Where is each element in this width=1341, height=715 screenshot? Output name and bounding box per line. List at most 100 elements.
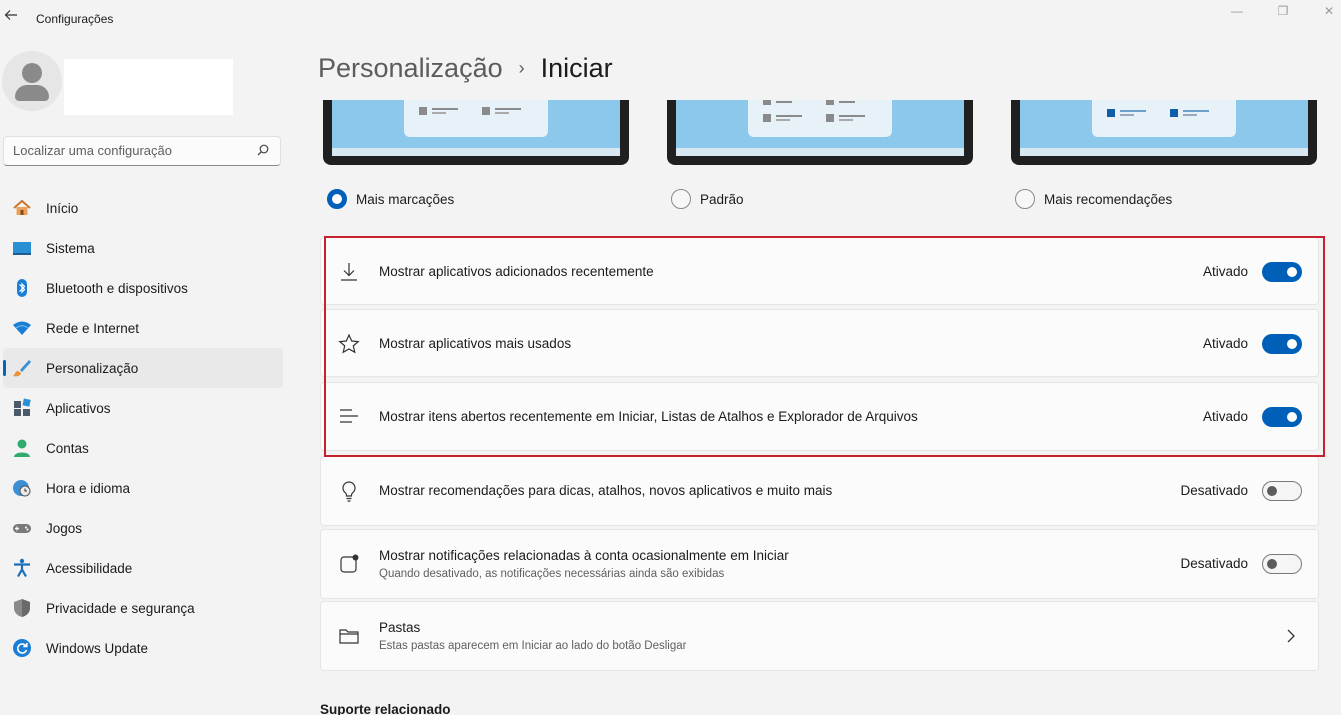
radio-label: Padrão [700,191,744,207]
sidebar-item-privacidade[interactable]: Privacidade e segurança [3,588,283,628]
breadcrumb: Personalização › Iniciar [318,53,613,84]
maximize-button[interactable]: ❐ [1260,2,1306,20]
layout-preview-default[interactable] [667,100,973,165]
avatar-body [15,85,49,101]
setting-recommendations[interactable]: Mostrar recomendações para dicas, atalho… [320,456,1319,526]
sidebar-item-label: Contas [46,440,89,456]
sidebar-item-label: Bluetooth e dispositivos [46,280,188,296]
setting-account-notifications[interactable]: Mostrar notificações relacionadas à cont… [320,529,1319,599]
sidebar-item-label: Hora e idioma [46,480,131,496]
preview-start-menu [748,100,892,137]
radio-button[interactable] [1015,189,1035,209]
search-icon[interactable] [256,143,270,157]
monitor-icon [12,238,32,258]
back-arrow-icon [4,10,17,20]
minimize-button[interactable]: — [1214,2,1260,20]
chevron-right-icon[interactable] [1286,628,1296,644]
download-icon [341,263,357,281]
page-title: Iniciar [540,53,613,83]
preview-taskbar [676,148,964,156]
setting-subtitle: Quando desativado, as notificações neces… [379,568,725,580]
toggle-switch[interactable] [1262,481,1302,501]
app-title: Configurações [36,12,114,26]
setting-recently-added-apps[interactable]: Mostrar aplicativos adicionados recentem… [320,237,1319,305]
setting-state: Desativado [1180,556,1248,571]
preview-taskbar [332,148,620,156]
breadcrumb-parent[interactable]: Personalização [318,53,503,84]
sidebar-item-rede[interactable]: Rede e Internet [3,308,283,348]
shield-icon [12,598,32,618]
toggle-switch[interactable] [1262,262,1302,282]
radio-button[interactable] [327,189,347,209]
wifi-icon [12,318,32,338]
search-box[interactable] [3,136,281,166]
sidebar-item-jogos[interactable]: Jogos [3,508,283,548]
update-icon [12,638,32,658]
preview-start-menu [404,100,548,137]
sidebar-item-windows-update[interactable]: Windows Update [3,628,283,668]
setting-title: Mostrar aplicativos adicionados recentem… [379,264,654,279]
person-icon [12,438,32,458]
setting-state: Ativado [1202,336,1248,351]
back-button[interactable] [2,8,20,26]
setting-folders[interactable]: Pastas Estas pastas aparecem em Iniciar … [320,601,1319,671]
preview-start-menu [1092,100,1236,137]
sidebar-item-label: Privacidade e segurança [46,600,195,616]
setting-title: Mostrar notificações relacionadas à cont… [379,548,789,563]
apps-icon [12,398,32,418]
setting-state: Ativado [1202,264,1248,279]
brush-icon [12,358,32,378]
search-input[interactable] [13,143,243,158]
toggle-switch[interactable] [1262,407,1302,427]
setting-recently-opened-items[interactable]: Mostrar itens abertos recentemente em In… [320,382,1319,451]
setting-most-used-apps[interactable]: Mostrar aplicativos mais usados Ativado [320,309,1319,377]
sidebar-item-label: Personalização [46,360,139,376]
toggle-switch[interactable] [1262,334,1302,354]
related-support-heading: Suporte relacionado [320,702,451,715]
sidebar-item-aplicativos[interactable]: Aplicativos [3,388,283,428]
sidebar-item-bluetooth[interactable]: Bluetooth e dispositivos [3,268,283,308]
sidebar-item-label: Início [46,200,79,216]
folder-icon [339,629,359,644]
sidebar-item-acessibilidade[interactable]: Acessibilidade [3,548,283,588]
avatar-head [22,63,42,83]
radio-label: Mais recomendações [1044,191,1173,207]
close-button[interactable]: ✕ [1306,2,1341,20]
sidebar-item-label: Acessibilidade [46,560,133,576]
radio-label: Mais marcações [356,191,455,207]
breadcrumb-separator: › [518,58,525,78]
sidebar-item-label: Aplicativos [46,400,111,416]
radio-more-pins[interactable]: Mais marcações [327,189,454,209]
sidebar-item-label: Rede e Internet [46,320,140,336]
sidebar-item-label: Windows Update [46,640,149,656]
setting-title: Pastas [379,620,421,635]
toggle-switch[interactable] [1262,554,1302,574]
user-info [64,59,233,115]
notification-badge-icon [340,554,359,573]
sidebar-item-inicio[interactable]: Início [3,188,283,228]
avatar[interactable] [2,51,62,111]
bluetooth-icon [12,278,32,298]
sidebar-item-contas[interactable]: Contas [3,428,283,468]
sidebar-item-hora[interactable]: Hora e idioma [3,468,283,508]
accessibility-icon [12,558,32,578]
setting-subtitle: Estas pastas aparecem em Iniciar ao lado… [379,640,687,652]
radio-button[interactable] [671,189,691,209]
layout-preview-more-recommendations[interactable] [1011,100,1317,165]
home-icon [12,198,32,218]
preview-taskbar [1020,148,1308,156]
setting-state: Desativado [1180,483,1248,498]
setting-title: Mostrar itens abertos recentemente em In… [379,409,918,424]
sidebar-item-label: Jogos [46,520,83,536]
sidebar-item-label: Sistema [46,240,95,256]
sidebar-nav: Início Sistema Bluetooth e dispositivos … [3,188,283,668]
title-bar: Configurações — ❐ ✕ [0,0,1341,36]
sidebar-item-sistema[interactable]: Sistema [3,228,283,268]
lightbulb-icon [342,481,356,502]
layout-preview-more-pins[interactable] [323,100,629,165]
setting-state: Ativado [1202,409,1248,424]
radio-more-recommendations[interactable]: Mais recomendações [1015,189,1172,209]
setting-title: Mostrar recomendações para dicas, atalho… [379,483,833,498]
radio-default[interactable]: Padrão [671,189,744,209]
sidebar-item-personalizacao[interactable]: Personalização [3,348,283,388]
